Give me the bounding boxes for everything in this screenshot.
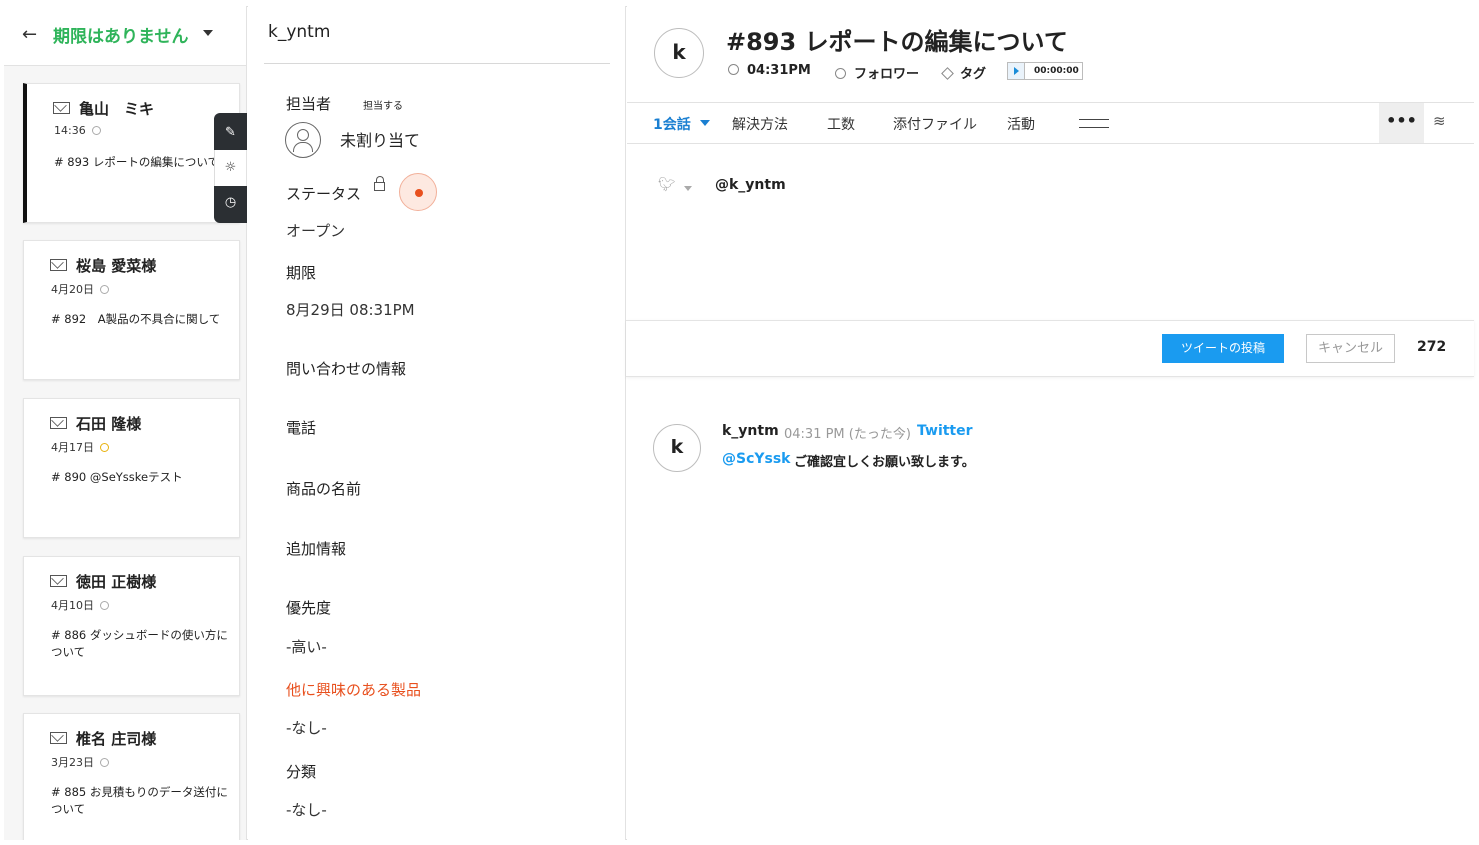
chat-icon: [50, 259, 67, 271]
lightbulb-icon[interactable]: ☼: [214, 150, 247, 186]
tab-time-entries[interactable]: 工数: [827, 114, 855, 134]
paperclip-icon[interactable]: ✎: [214, 115, 247, 151]
ticket-date: 4月17日: [51, 439, 109, 455]
other-products-label: 他に興味のある製品: [286, 681, 422, 699]
contact-avatar[interactable]: k: [654, 28, 704, 78]
ticket-subject: # 890 @SeYsskeテスト: [51, 470, 183, 484]
assign-to-me-link[interactable]: 担当する: [363, 97, 403, 112]
clock-icon: [100, 758, 109, 767]
layers-icon[interactable]: ≋: [1433, 112, 1446, 130]
ticket-subject: # 886 ダッシュボードの使い方について: [51, 628, 228, 659]
ticket-date: 14:36: [54, 124, 101, 137]
composer-action-bar: ツイートの投稿 キャンセル 272: [626, 320, 1474, 377]
priority-value[interactable]: -高い-: [286, 636, 327, 657]
ticket-subject: # 892 A製品の不具合に関して: [51, 312, 221, 326]
ticket-time: 04:31PM: [728, 63, 811, 78]
due-filter-dropdown[interactable]: 期限はありません: [53, 22, 189, 47]
ticket-card[interactable]: 徳田 正樹様 4月10日 # 886 ダッシュボードの使い方について: [23, 556, 240, 696]
ticket-date: 4月10日: [51, 597, 109, 613]
due-value[interactable]: 8月29日 08:31PM: [286, 299, 415, 320]
ticket-title: #893 レポートの編集について: [726, 28, 1068, 56]
clock-icon: [100, 443, 109, 452]
chevron-down-icon[interactable]: [700, 120, 710, 126]
inquiry-info-label: 問い合わせの情報: [286, 360, 407, 378]
tab-solutions[interactable]: 解決方法: [732, 114, 788, 134]
priority-label: 優先度: [286, 599, 332, 617]
assignee-value[interactable]: 未割り当て: [340, 127, 420, 151]
tag-icon: [941, 67, 954, 80]
category-label: 分類: [286, 763, 317, 781]
status-label: ステータス: [286, 185, 362, 203]
ticket-list-header: ← 期限はありません: [4, 6, 246, 66]
follow-button[interactable]: フォロワー: [835, 63, 919, 82]
clock-icon: [728, 64, 739, 75]
tab-conversations[interactable]: 1会話: [653, 114, 691, 134]
ticket-card[interactable]: 亀山 ミキ 14:36 # 893 レポートの編集について: [23, 83, 240, 223]
user-avatar-icon[interactable]: [285, 122, 321, 158]
tab-activity[interactable]: 活動: [1007, 114, 1035, 134]
mail-icon: [50, 575, 67, 587]
message-author[interactable]: k_yntm: [722, 423, 779, 439]
message-time: 04:31 PM (たった今): [784, 427, 911, 442]
more-tabs-icon[interactable]: [1079, 119, 1109, 128]
ticket-date: 3月23日: [51, 754, 109, 770]
ticket-contact-name: 桜島 愛菜様: [76, 257, 157, 275]
tab-attachments[interactable]: 添付ファイル: [893, 114, 977, 134]
status-indicator[interactable]: [399, 173, 437, 211]
lock-icon: [374, 176, 385, 191]
cancel-button[interactable]: キャンセル: [1306, 334, 1395, 363]
message-text: ご確認宜しくお願い致します。: [794, 455, 975, 470]
ticket-contact-name: 石田 隆様: [76, 415, 142, 433]
other-products-value[interactable]: -なし-: [286, 717, 327, 738]
category-value[interactable]: -なし-: [286, 799, 327, 820]
ticket-contact-name: 椎名 庄司様: [76, 730, 157, 748]
reply-composer[interactable]: 🐦︎ @k_yntm: [627, 144, 1474, 320]
tag-button[interactable]: タグ: [941, 63, 986, 82]
due-label: 期限: [286, 264, 317, 282]
message-source-link[interactable]: Twitter: [917, 423, 973, 439]
character-counter: 272: [1417, 339, 1447, 355]
chevron-down-icon[interactable]: [684, 186, 692, 191]
ticket-contact-name: 亀山 ミキ: [79, 100, 155, 118]
mail-reply-icon: [50, 417, 67, 429]
back-arrow-icon[interactable]: ←: [22, 24, 37, 45]
chevron-down-icon[interactable]: [203, 30, 213, 36]
contact-name[interactable]: k_yntm: [268, 22, 330, 42]
assignee-label: 担当者: [286, 95, 332, 113]
conversation-panel: k #893 レポートの編集について 04:31PM フォロワー タグ 00:0…: [626, 6, 1474, 840]
product-name-label: 商品の名前: [286, 480, 362, 498]
ticket-date: 4月20日: [51, 281, 109, 297]
message-avatar[interactable]: k: [653, 424, 701, 472]
check-circle-icon: [835, 68, 846, 79]
more-options-button[interactable]: •••: [1379, 103, 1424, 143]
ticket-subject: # 893 レポートの編集について: [54, 155, 220, 169]
ticket-card[interactable]: 桜島 愛菜様 4月20日 # 892 A製品の不具合に関して: [23, 240, 240, 380]
history-icon[interactable]: ◷: [214, 185, 247, 221]
phone-label: 電話: [286, 419, 317, 437]
ticket-contact-name: 徳田 正樹様: [76, 573, 157, 591]
ticket-details-panel: k_yntm 担当者 担当する 未割り当て ステータス オープン 期限 8月29…: [248, 6, 626, 840]
clock-icon: [100, 285, 109, 294]
side-toolbar: ✎ ☼ ◷: [214, 113, 247, 223]
time-tracker[interactable]: 00:00:00: [1007, 62, 1083, 80]
post-tweet-button[interactable]: ツイートの投稿: [1162, 334, 1284, 363]
ticket-card[interactable]: 椎名 庄司様 3月23日 # 885 お見積もりのデータ送付について: [23, 713, 240, 840]
message-mention[interactable]: @ScYssk: [722, 451, 791, 467]
clock-icon: [100, 601, 109, 610]
status-value[interactable]: オープン: [286, 220, 345, 241]
mail-icon: [53, 102, 70, 114]
divider: [264, 63, 610, 64]
reply-handle: @k_yntm: [715, 177, 786, 193]
twitter-bird-icon[interactable]: 🐦︎: [658, 177, 676, 193]
ticket-card[interactable]: 石田 隆様 4月17日 # 890 @SeYsskeテスト: [23, 398, 240, 538]
additional-info-label: 追加情報: [286, 540, 347, 558]
ticket-subject: # 885 お見積もりのデータ送付について: [51, 785, 228, 816]
mail-icon: [50, 732, 67, 744]
ticket-list-panel: ← 期限はありません 亀山 ミキ 14:36 # 893 レポートの編集について…: [4, 6, 247, 840]
clock-icon: [91, 126, 101, 135]
ticket-tabs: 1会話 解決方法 工数 添付ファイル 活動 ••• ≋: [627, 102, 1474, 144]
